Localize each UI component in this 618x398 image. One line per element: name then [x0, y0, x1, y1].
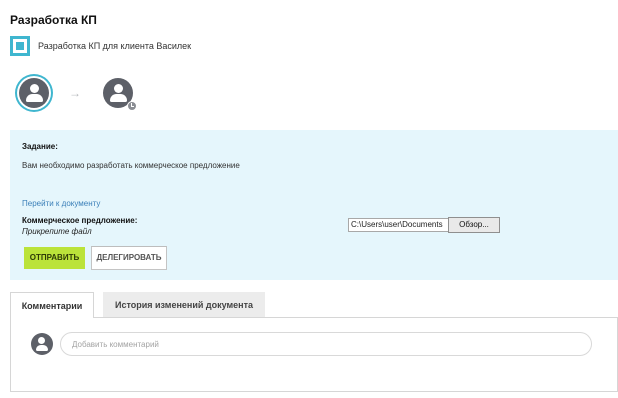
tab-bar: Комментарии История изменений документа — [10, 292, 265, 318]
arrow-right-icon: → — [69, 86, 81, 100]
attach-file-hint: Прикрепите файл — [22, 227, 92, 236]
page-title: Разработка КП — [10, 13, 97, 27]
delegate-button[interactable]: ДЕЛЕГИРОВАТЬ — [91, 246, 167, 270]
user-avatar-pending-icon[interactable] — [103, 78, 137, 111]
clock-icon — [127, 101, 137, 111]
assignment-label: Задание: — [22, 142, 58, 151]
workflow-steps: → — [19, 78, 137, 111]
send-button[interactable]: ОТПРАВИТЬ — [24, 247, 85, 269]
assignment-text: Вам необходимо разработать коммерческое … — [22, 161, 240, 170]
comments-panel — [10, 317, 618, 392]
tab-document-history[interactable]: История изменений документа — [103, 292, 265, 318]
task-name: Разработка КП для клиента Василек — [38, 41, 192, 51]
assignment-panel: Задание: Вам необходимо разработать комм… — [10, 130, 618, 280]
task-square-icon — [10, 36, 30, 56]
offer-field-label: Коммерческое предложение: — [22, 216, 138, 225]
comment-input[interactable] — [60, 332, 592, 356]
tab-comments[interactable]: Комментарии — [10, 292, 94, 318]
task-header: Разработка КП для клиента Василек — [10, 36, 191, 56]
browse-button[interactable]: Обзор... — [448, 217, 500, 233]
go-to-document-link[interactable]: Перейти к документу — [22, 199, 100, 208]
avatar — [31, 333, 53, 355]
user-avatar-icon[interactable] — [19, 78, 49, 108]
file-path-field[interactable]: C:\Users\user\Documents — [348, 218, 454, 232]
